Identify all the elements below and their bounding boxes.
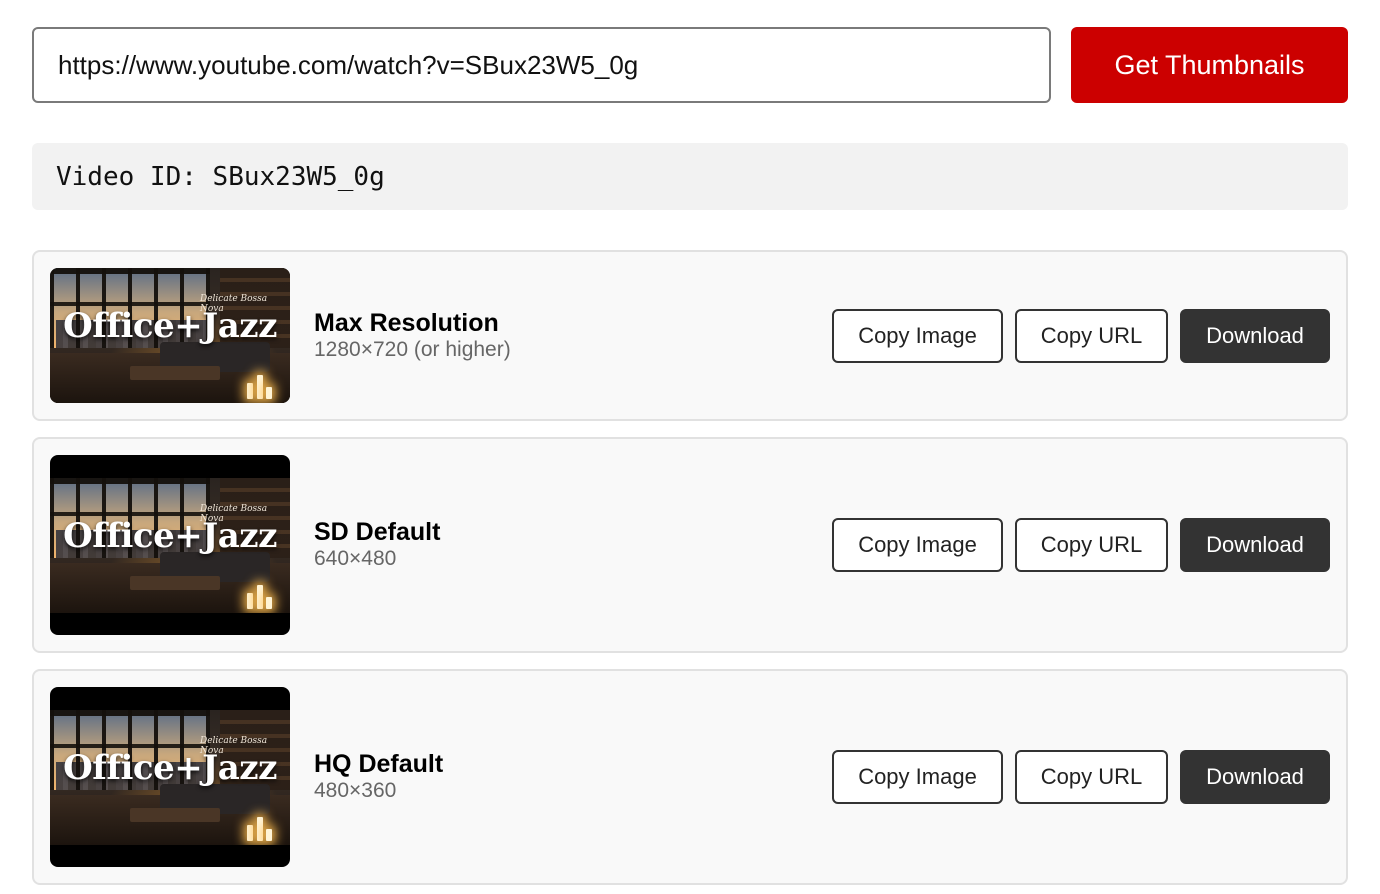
url-input[interactable]: [32, 27, 1051, 103]
download-button[interactable]: Download: [1180, 750, 1330, 804]
thumbnail-resolution: 640×480: [314, 547, 397, 570]
download-button[interactable]: Download: [1180, 308, 1330, 363]
thumbnail-card-max-resolution: Delicate Bossa Nova Office+Jazz Max Reso…: [32, 250, 1348, 421]
get-thumbnails-button[interactable]: Get Thumbnails: [1071, 27, 1348, 103]
thumbnail-card-sd-default: Delicate Bossa Nova Office+Jazz SD Defau…: [32, 437, 1348, 653]
copy-image-button[interactable]: Copy Image: [832, 518, 1003, 572]
thumbnail-title: HQ Default: [314, 750, 444, 778]
page: Get Thumbnails Video ID: SBux23W5_0g Del…: [0, 0, 1380, 894]
copy-image-button[interactable]: Copy Image: [832, 308, 1003, 363]
video-id-display: Video ID: SBux23W5_0g: [32, 143, 1348, 210]
video-id-label: Video ID:: [56, 161, 197, 192]
copy-image-button[interactable]: Copy Image: [832, 750, 1003, 804]
thumbnail-art: Delicate Bossa Nova Office+Jazz: [50, 477, 290, 613]
thumbnail-card-hq-default: Delicate Bossa Nova Office+Jazz HQ Defau…: [32, 669, 1348, 885]
thumbnail-info: Max Resolution 1280×720 (or higher): [314, 309, 832, 363]
thumbnail-title: SD Default: [314, 518, 441, 546]
url-form: Get Thumbnails: [32, 27, 1348, 103]
copy-url-button[interactable]: Copy URL: [1015, 518, 1168, 572]
thumbnail-actions: Copy Image Copy URL Download: [832, 308, 1330, 363]
thumbnail-image: Delicate Bossa Nova Office+Jazz: [50, 687, 290, 867]
thumbnail-headline: Office+Jazz: [63, 747, 277, 788]
copy-url-button[interactable]: Copy URL: [1015, 750, 1168, 804]
thumbnail-image: Delicate Bossa Nova Office+Jazz: [50, 268, 290, 403]
thumbnail-title: Max Resolution: [314, 308, 499, 337]
thumbnail-image: Delicate Bossa Nova Office+Jazz: [50, 455, 290, 635]
thumbnail-info: SD Default 640×480: [314, 518, 832, 572]
thumbnail-resolution: 1280×720 (or higher): [314, 337, 511, 361]
thumbnail-art: Delicate Bossa Nova Office+Jazz: [50, 268, 290, 403]
copy-url-button[interactable]: Copy URL: [1015, 308, 1168, 363]
thumbnail-actions: Copy Image Copy URL Download: [832, 750, 1330, 804]
thumbnail-art: Delicate Bossa Nova Office+Jazz: [50, 709, 290, 845]
thumbnail-headline: Office+Jazz: [63, 306, 277, 346]
thumbnail-resolution: 480×360: [314, 779, 397, 802]
thumbnail-list: Delicate Bossa Nova Office+Jazz Max Reso…: [32, 250, 1348, 885]
thumbnail-headline: Office+Jazz: [63, 515, 277, 556]
video-id-value: SBux23W5_0g: [212, 161, 385, 192]
download-button[interactable]: Download: [1180, 518, 1330, 572]
thumbnail-actions: Copy Image Copy URL Download: [832, 518, 1330, 572]
thumbnail-info: HQ Default 480×360: [314, 750, 832, 804]
